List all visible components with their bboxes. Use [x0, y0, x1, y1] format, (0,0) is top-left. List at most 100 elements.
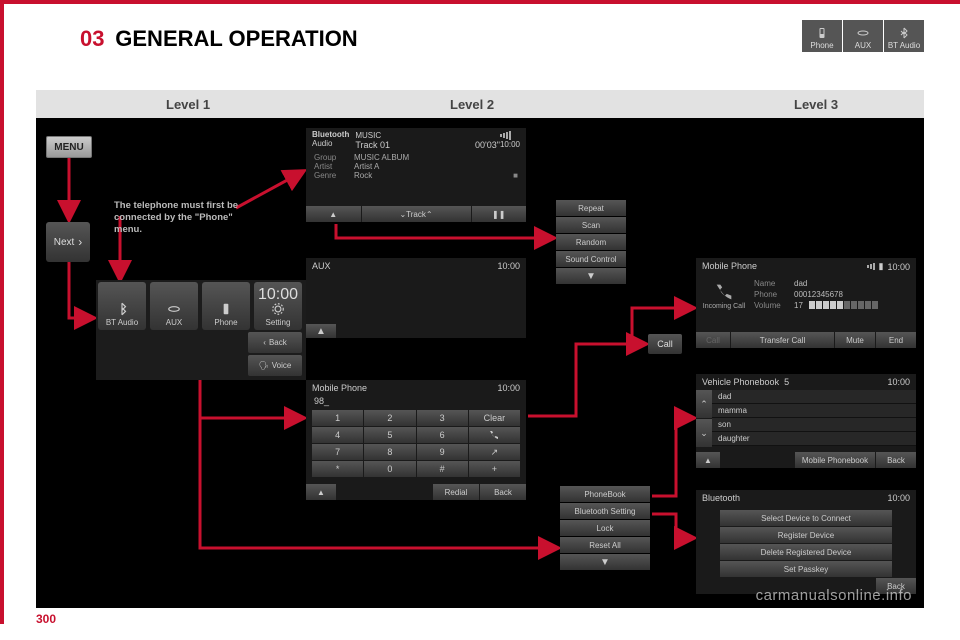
key-1[interactable]: 1 [312, 410, 363, 426]
bt-up-button[interactable]: ▲ [306, 206, 361, 222]
page-accent [0, 0, 960, 4]
phone-icon [218, 302, 234, 316]
dial-back-button[interactable]: Back [480, 484, 526, 500]
btset-delete-device[interactable]: Delete Registered Device [720, 544, 892, 560]
key-8[interactable]: 8 [364, 444, 415, 460]
header-btaudio-button[interactable]: BT Audio [884, 20, 924, 52]
voice-button[interactable]: 🗣Voice [248, 355, 302, 376]
aux-title: AUX [312, 261, 331, 271]
phonebook-back-button[interactable]: Back [876, 452, 916, 468]
dial-clock: 10:00 [497, 383, 520, 393]
dial-up-button[interactable]: ▲ [306, 484, 336, 500]
menu-button[interactable]: MENU [46, 136, 92, 158]
key-9[interactable]: 9 [417, 444, 468, 460]
header-mode-buttons: Phone AUX BT Audio [802, 20, 924, 52]
phone-icon [713, 281, 735, 303]
level-band: Level 1 Level 2 Level 3 [36, 90, 924, 118]
key-hash[interactable]: # [417, 461, 468, 477]
key-6[interactable]: 6 [417, 427, 468, 443]
header-btaudio-label: BT Audio [888, 41, 920, 50]
key-star[interactable]: * [312, 461, 363, 477]
bluetooth-icon [114, 302, 130, 316]
section-title: GENERAL OPERATION [115, 26, 357, 52]
key-clear[interactable]: Clear [469, 410, 520, 426]
btset-set-passkey[interactable]: Set Passkey [720, 561, 892, 577]
opt-repeat[interactable]: Repeat [556, 200, 626, 216]
tile-aux[interactable]: AUX [150, 282, 198, 330]
caller-phone: 00012345678 [794, 290, 843, 299]
stop-icon: ■ [513, 171, 518, 180]
opt-scan[interactable]: Scan [556, 217, 626, 233]
signal-icon [867, 263, 875, 270]
key-plus[interactable]: + [469, 461, 520, 477]
phonebook-up[interactable]: ▲ [696, 452, 720, 468]
dial-screen: Mobile Phone 10:00 98_ 1 2 3 Clear 4 5 6… [306, 380, 526, 500]
contact-item[interactable]: daughter [712, 432, 916, 446]
key-2[interactable]: 2 [364, 410, 415, 426]
key-5[interactable]: 5 [364, 427, 415, 443]
bt-head-sub: Audio [312, 139, 332, 148]
level3-label: Level 3 [794, 97, 838, 112]
call-button[interactable]: Call [648, 334, 682, 354]
btset-register-device[interactable]: Register Device [720, 527, 892, 543]
bt-pause-button[interactable]: ❚❚ [472, 206, 527, 222]
transfer-call-button[interactable]: Transfer Call [731, 332, 834, 348]
chevron-right-icon: › [78, 235, 82, 249]
back-button[interactable]: ‹Back [248, 332, 302, 353]
menu-label: MENU [54, 142, 83, 153]
bt-head-top: Bluetooth [312, 130, 349, 139]
bt-elapsed: 00'03" [475, 140, 500, 150]
incoming-call-disabled: Call [696, 332, 730, 348]
next-button[interactable]: Next › [46, 222, 90, 262]
workspace: MENU Next › The telephone must first be … [36, 118, 924, 608]
gear-icon [270, 302, 286, 316]
set-reset[interactable]: Reset All [560, 537, 650, 553]
aux-up-button[interactable]: ▲ [306, 324, 336, 338]
bt-row2-val: Rock [354, 171, 372, 180]
contact-item[interactable]: mamma [712, 404, 916, 418]
set-scroll-down[interactable]: ▼ [560, 554, 650, 570]
header-aux-button[interactable]: AUX [843, 20, 883, 52]
main-clock: 10:00 [258, 286, 298, 304]
key-7[interactable]: 7 [312, 444, 363, 460]
opt-random[interactable]: Random [556, 234, 626, 250]
battery-icon: ▮ [879, 261, 884, 272]
key-send[interactable]: ↗ [469, 444, 520, 460]
header-phone-button[interactable]: Phone [802, 20, 842, 52]
key-phone[interactable] [469, 427, 520, 443]
incoming-call-screen: Mobile Phone ▮ 10:00 Incoming Call Named… [696, 258, 916, 348]
incoming-status: Incoming Call [703, 303, 745, 310]
set-phonebook[interactable]: PhoneBook [560, 486, 650, 502]
mute-button[interactable]: Mute [835, 332, 875, 348]
key-3[interactable]: 3 [417, 410, 468, 426]
mobile-phonebook-button[interactable]: Mobile Phonebook [795, 452, 875, 468]
watermark: carmanualsonline.info [756, 587, 912, 604]
level2-label: Level 2 [450, 97, 494, 112]
phonebook-clock: 10:00 [887, 377, 910, 387]
chevron-left-icon: ‹ [263, 338, 266, 347]
redial-button[interactable]: Redial [433, 484, 479, 500]
key-4[interactable]: 4 [312, 427, 363, 443]
main-menu-screen: 10:00 BT Audio AUX Phone Setting ‹Back 🗣… [96, 280, 306, 380]
next-label: Next [54, 237, 75, 248]
section-number: 03 [80, 26, 104, 52]
btset-select-device[interactable]: Select Device to Connect [720, 510, 892, 526]
bt-track-prev[interactable]: ⌄ Track ⌃ [362, 206, 471, 222]
header-aux-label: AUX [855, 41, 871, 50]
set-lock[interactable]: Lock [560, 520, 650, 536]
contact-item[interactable]: son [712, 418, 916, 432]
key-0[interactable]: 0 [364, 461, 415, 477]
tile-phone[interactable]: Phone [202, 282, 250, 330]
bt-clock: 10:00 [500, 140, 520, 149]
contact-item[interactable]: dad [712, 390, 916, 404]
opt-scroll-down[interactable]: ▼ [556, 268, 626, 284]
end-button[interactable]: End [876, 332, 916, 348]
set-bluetooth[interactable]: Bluetooth Setting [560, 503, 650, 519]
aux-clock: 10:00 [497, 261, 520, 271]
opt-sound[interactable]: Sound Control [556, 251, 626, 267]
tile-btaudio[interactable]: BT Audio [98, 282, 146, 330]
btset-clock: 10:00 [887, 493, 910, 503]
playback-options-list: Repeat Scan Random Sound Control ▼ [556, 200, 626, 284]
dial-display: 98_ [306, 396, 526, 406]
incoming-title: Mobile Phone [702, 261, 757, 272]
